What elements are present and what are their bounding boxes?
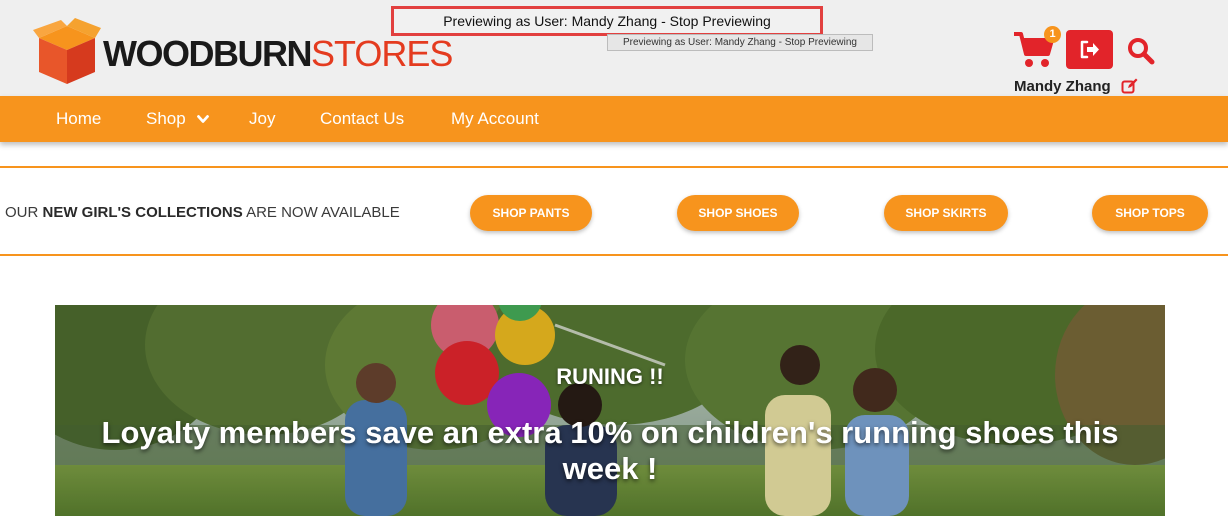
- edit-icon[interactable]: [1121, 78, 1138, 95]
- shop-shoes-button[interactable]: SHOP SHOES: [677, 195, 799, 231]
- logo-bold: WOODBURN: [103, 33, 312, 74]
- shop-pants-button[interactable]: SHOP PANTS: [470, 195, 592, 231]
- chevron-down-icon[interactable]: [197, 115, 209, 124]
- shop-tops-button[interactable]: SHOP TOPS: [1092, 195, 1208, 231]
- hero-banner[interactable]: RUNING !! Loyalty members save an extra …: [55, 305, 1165, 516]
- preview-tooltip: Previewing as User: Mandy Zhang - Stop P…: [607, 34, 873, 51]
- logo-wordmark: WOODBURNSTORES: [103, 33, 453, 74]
- cart-count-badge: 1: [1044, 26, 1061, 43]
- promo-suffix: ARE NOW AVAILABLE: [242, 204, 400, 221]
- main-nav: Home Shop Joy Contact Us My Account: [0, 96, 1228, 142]
- logout-button[interactable]: [1066, 30, 1113, 69]
- user-name[interactable]: Mandy Zhang: [1014, 78, 1111, 95]
- site-header: WOODBURNSTORES Previewing as User: Mandy…: [0, 0, 1228, 96]
- promo-prefix: OUR: [5, 204, 43, 221]
- box-logo-icon: [33, 18, 101, 84]
- woodburn-logo[interactable]: WOODBURNSTORES: [33, 16, 453, 86]
- logout-icon: [1080, 40, 1099, 59]
- nav-contact-us[interactable]: Contact Us: [320, 109, 404, 129]
- hero-kicker: RUNING !!: [556, 364, 664, 389]
- nav-home[interactable]: Home: [56, 109, 101, 129]
- logo-light: STORES: [310, 33, 453, 74]
- nav-shop[interactable]: Shop: [146, 109, 186, 129]
- hero-headline: Loyalty members save an extra 10% on chi…: [101, 415, 1119, 486]
- preview-banner[interactable]: Previewing as User: Mandy Zhang - Stop P…: [391, 6, 823, 36]
- shop-skirts-button[interactable]: SHOP SKIRTS: [884, 195, 1008, 231]
- promo-top-divider: [0, 166, 1228, 168]
- promo-text: OUR NEW GIRL'S COLLECTIONS ARE NOW AVAIL…: [5, 204, 400, 221]
- promo-highlight: NEW GIRL'S COLLECTIONS: [42, 204, 243, 221]
- promo-bottom-divider: [0, 254, 1228, 256]
- nav-my-account[interactable]: My Account: [451, 109, 539, 129]
- search-icon[interactable]: [1126, 36, 1156, 66]
- nav-joy[interactable]: Joy: [249, 109, 275, 129]
- page: WOODBURNSTORES Previewing as User: Mandy…: [0, 0, 1228, 516]
- preview-banner-text[interactable]: Previewing as User: Mandy Zhang - Stop P…: [394, 13, 820, 29]
